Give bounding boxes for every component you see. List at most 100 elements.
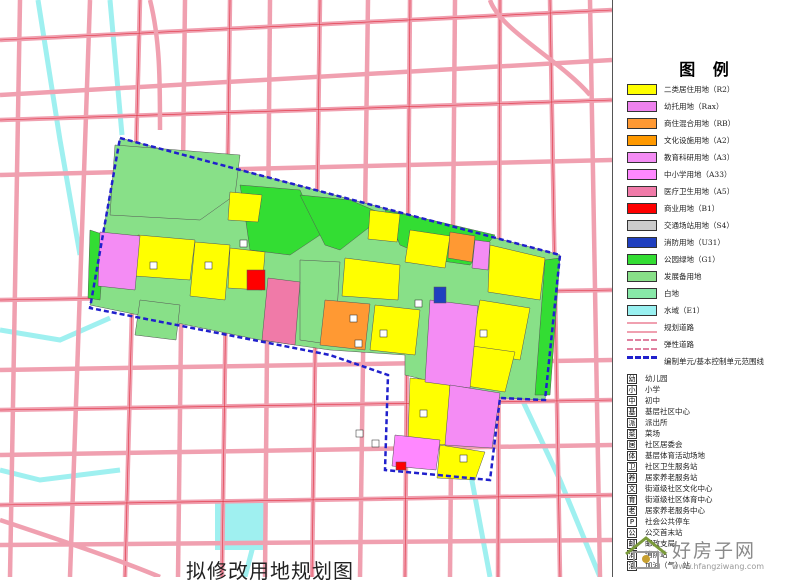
legend-item: 二类居住用地（R2） — [627, 83, 734, 96]
facility-icon: 卫 — [627, 461, 637, 472]
facility-icon: 居 — [627, 439, 637, 450]
facility-label: 街道级社区体育中心 — [645, 495, 713, 504]
legend-facility: 中初中 — [627, 395, 660, 406]
legend-label: 编制单元/基本控制单元范围线 — [664, 357, 765, 366]
legend-label: 文化设施用地（A2） — [664, 136, 735, 145]
legend-swatch — [627, 220, 657, 231]
legend-item: 白地 — [627, 287, 679, 300]
facility-icon: 派 — [627, 417, 637, 428]
legend-swatch — [627, 305, 657, 316]
legend-swatch — [627, 322, 657, 333]
legend-facility: 派派出所 — [627, 417, 668, 428]
legend-label: 弹性道路 — [664, 340, 694, 349]
legend-item: 交通场站用地（S4） — [627, 219, 734, 232]
facility-label: 居家养老服务中心 — [645, 506, 705, 515]
facility-label: 初中 — [645, 396, 660, 405]
house-logo-icon — [625, 536, 667, 569]
legend-item: 发展备用地 — [627, 270, 702, 283]
legend-facility: 卫社区卫生服务站 — [627, 461, 698, 472]
legend-panel: 图 例 二类居住用地（R2） 幼托用地（Rax） 商住混合用地（RB） 文化设施… — [612, 0, 800, 577]
legend-swatch — [627, 169, 657, 180]
legend-item: 医疗卫生用地（A5） — [627, 185, 734, 198]
facility-icon: 菜 — [627, 428, 637, 439]
legend-item: 幼托用地（Rax） — [627, 100, 724, 113]
legend-swatch — [627, 288, 657, 299]
legend-swatch — [627, 101, 657, 112]
legend-item: 弹性道路 — [627, 338, 694, 351]
legend-label: 幼托用地（Rax） — [664, 102, 724, 111]
watermark-url: www.hfangziwang.com — [672, 562, 765, 571]
legend-facility: 居社区居委会 — [627, 439, 683, 450]
facility-icon: 养 — [627, 472, 637, 483]
legend-swatch — [627, 84, 657, 95]
legend-label: 中小学用地（A33） — [664, 170, 732, 179]
legend-facility: 文街道级社区文化中心 — [627, 483, 713, 494]
legend-swatch — [627, 152, 657, 163]
legend-facility: 养居家养老服务站 — [627, 472, 698, 483]
legend-facility: 菜菜场 — [627, 428, 660, 439]
legend-label: 公园绿地（G1） — [664, 255, 720, 264]
facility-label: 社区卫生服务站 — [645, 462, 698, 471]
legend-item: 编制单元/基本控制单元范围线 — [627, 355, 764, 368]
facility-label: 居家养老服务站 — [645, 473, 698, 482]
legend-facility: 基基层社区中心 — [627, 406, 690, 417]
legend-label: 交通场站用地（S4） — [664, 221, 734, 230]
facility-label: 街道级社区文化中心 — [645, 484, 713, 493]
legend-label: 规划道路 — [664, 323, 694, 332]
map-title: 拟修改用地规划图 — [186, 559, 354, 583]
land-use-map — [0, 0, 612, 577]
facility-label: 基层社区中心 — [645, 407, 690, 416]
legend-label: 商住混合用地（RB） — [664, 119, 736, 128]
map-figure: 拟修改用地规划图 图 例 二类居住用地（R2） 幼托用地（Rax） 商住混合用地… — [0, 0, 800, 583]
facility-label: 小学 — [645, 385, 660, 394]
legend-label: 消防用地（U31） — [664, 238, 725, 247]
facility-label: 派出所 — [645, 418, 668, 427]
legend-label: 发展备用地 — [664, 272, 702, 281]
facility-label: 菜场 — [645, 429, 660, 438]
legend-item: 水域（E1） — [627, 304, 704, 317]
legend-facility: 体基层体育活动场地 — [627, 450, 705, 461]
facility-icon: 小 — [627, 384, 637, 395]
watermark: 好房子网 www.hfangziwang.com — [620, 530, 798, 575]
legend-title: 图 例 — [679, 60, 735, 79]
facility-icon: 老 — [627, 505, 637, 516]
legend-facility: 小小学 — [627, 384, 660, 395]
legend-item: 规划道路 — [627, 321, 694, 334]
legend-item: 教育科研用地（A3） — [627, 151, 734, 164]
legend-item: 中小学用地（A33） — [627, 168, 731, 181]
legend-label: 医疗卫生用地（A5） — [664, 187, 735, 196]
legend-swatch — [627, 271, 657, 282]
facility-label: 幼儿园 — [645, 374, 668, 383]
facility-icon: 幼 — [627, 373, 637, 384]
legend-swatch — [627, 186, 657, 197]
facility-icon: P — [627, 516, 637, 527]
legend-swatch — [627, 339, 657, 350]
facility-label: 基层体育活动场地 — [645, 451, 705, 460]
facility-icon: 体 — [627, 450, 637, 461]
legend-item: 文化设施用地（A2） — [627, 134, 734, 147]
facility-icon: 育 — [627, 494, 637, 505]
legend-label: 二类居住用地（R2） — [664, 85, 735, 94]
legend-label: 水域（E1） — [664, 306, 705, 315]
legend-label: 商业用地（B1） — [664, 204, 720, 213]
facility-icon: 中 — [627, 395, 637, 406]
legend-swatch — [627, 203, 657, 214]
legend-item: 商业用地（B1） — [627, 202, 719, 215]
legend-swatch — [627, 135, 657, 146]
facility-icon: 基 — [627, 406, 637, 417]
legend-swatch — [627, 254, 657, 265]
legend-facility: 幼幼儿园 — [627, 373, 668, 384]
legend-swatch — [627, 118, 657, 129]
facility-icon: 文 — [627, 483, 637, 494]
legend-facility: 育街道级社区体育中心 — [627, 494, 713, 505]
legend-item: 公园绿地（G1） — [627, 253, 720, 266]
legend-label: 教育科研用地（A3） — [664, 153, 735, 162]
facility-label: 社会公共停车 — [645, 517, 690, 526]
legend-facility: P 社会公共停车 — [627, 516, 690, 527]
facility-label: 社区居委会 — [645, 440, 683, 449]
legend-swatch — [627, 237, 657, 248]
legend-swatch — [627, 356, 657, 367]
legend-item: 消防用地（U31） — [627, 236, 725, 249]
legend-label: 白地 — [664, 289, 679, 298]
legend-item: 商住混合用地（RB） — [627, 117, 735, 130]
